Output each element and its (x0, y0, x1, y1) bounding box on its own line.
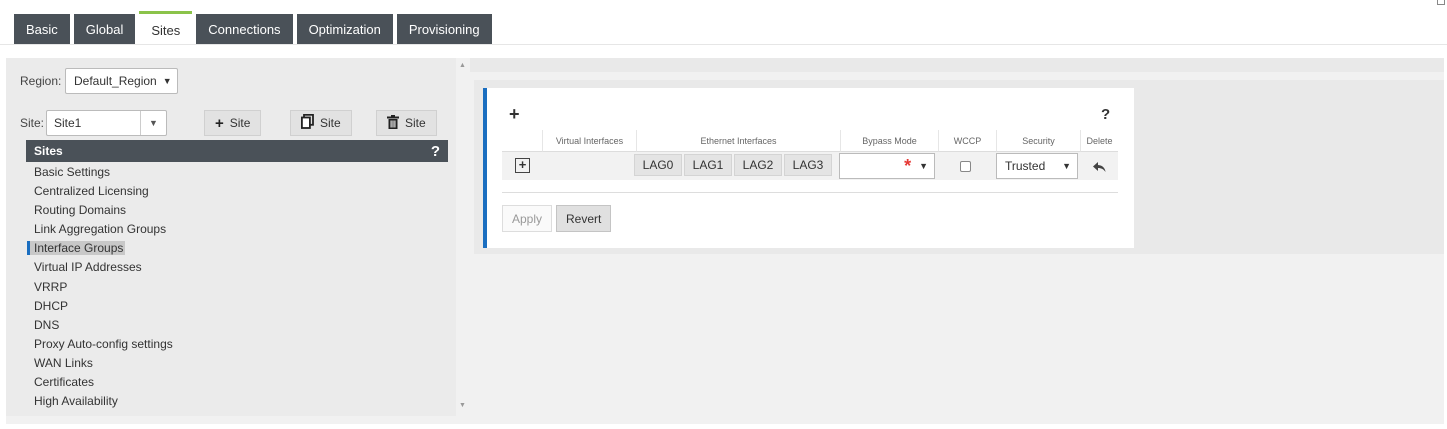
right-top-strip (470, 58, 1444, 72)
nav-item-high-availability[interactable]: High Availability (34, 392, 173, 411)
region-label: Region: (20, 74, 62, 88)
apply-button[interactable]: Apply (502, 205, 553, 232)
region-select[interactable]: Default_Region ▼ (65, 68, 178, 94)
lag-chip[interactable]: LAG3 (784, 154, 832, 176)
tab-connections[interactable]: Connections (196, 14, 293, 44)
card-divider (502, 192, 1118, 193)
sites-header-title: Sites (34, 144, 63, 158)
lag-chip[interactable]: LAG2 (734, 154, 782, 176)
add-site-label: Site (229, 116, 251, 130)
site-value: Site1 (54, 116, 82, 130)
tab-optimization[interactable]: Optimization (296, 14, 393, 44)
expand-icon[interactable]: + (515, 158, 530, 173)
undo-arrow-icon[interactable] (1093, 160, 1106, 176)
nav-item-centralized-licensing[interactable]: Centralized Licensing (34, 182, 173, 201)
tabs-divider (0, 44, 1447, 45)
tab-sites[interactable]: Sites (139, 11, 193, 44)
header-virtual-interfaces: Virtual Interfaces (542, 130, 636, 152)
tab-basic[interactable]: Basic (14, 14, 70, 44)
clone-site-button[interactable]: Site (290, 110, 352, 136)
tab-global[interactable]: Global (73, 14, 136, 44)
nav-item-wan-links[interactable]: WAN Links (34, 354, 173, 373)
nav-item-basic-settings[interactable]: Basic Settings (34, 163, 173, 182)
tab-provisioning[interactable]: Provisioning (396, 14, 492, 44)
header-ethernet-interfaces: Ethernet Interfaces (636, 130, 840, 152)
nav-item-vrrp[interactable]: VRRP (34, 278, 173, 297)
header-expand-col (502, 130, 542, 152)
region-value: Default_Region (74, 74, 157, 88)
nav-item-link-aggregation-groups[interactable]: Link Aggregation Groups (34, 220, 173, 239)
lag-chip[interactable]: LAG1 (684, 154, 732, 176)
delete-site-button[interactable]: Site (376, 110, 437, 136)
add-site-button[interactable]: + Site (204, 110, 262, 136)
nav-item-certificates[interactable]: Certificates (34, 373, 173, 392)
scroll-down-icon[interactable]: ▼ (459, 402, 466, 409)
chevron-down-icon: ▼ (1062, 161, 1071, 171)
add-interface-group-icon[interactable]: + (509, 104, 520, 125)
nav-item-interface-groups[interactable]: Interface Groups (27, 239, 173, 258)
header-delete: Delete (1080, 130, 1118, 152)
scroll-up-icon[interactable]: ▲ (459, 62, 466, 69)
revert-button[interactable]: Revert (556, 205, 612, 232)
help-icon[interactable]: ? (431, 143, 440, 160)
chevron-down-icon: ▼ (162, 76, 172, 86)
required-asterisk-icon: * (904, 155, 912, 176)
chevron-down-icon[interactable]: ▼ (140, 111, 166, 135)
site-select[interactable]: Site1 ▼ (46, 110, 167, 136)
chevron-down-icon: ▼ (919, 161, 928, 171)
wccp-checkbox[interactable] (960, 161, 971, 172)
clone-site-label: Site (320, 116, 341, 130)
sites-header: Sites ? (26, 140, 448, 162)
security-select[interactable]: Trusted ▼ (996, 153, 1078, 179)
help-icon[interactable]: ? (1101, 106, 1110, 123)
plus-icon: + (215, 114, 224, 132)
header-wccp: WCCP (938, 130, 996, 152)
nav-item-routing-domains[interactable]: Routing Domains (34, 201, 173, 220)
security-value: Trusted (1005, 159, 1046, 173)
header-security: Security (996, 130, 1080, 152)
delete-site-label: Site (405, 116, 426, 130)
site-label: Site: (20, 116, 45, 130)
nav-item-dhcp[interactable]: DHCP (34, 297, 173, 316)
lag-chip[interactable]: LAG0 (634, 154, 682, 176)
nav-item-dns[interactable]: DNS (34, 316, 173, 335)
nav-item-proxy-auto-config[interactable]: Proxy Auto-config settings (34, 335, 173, 354)
left-panel-scrollbar[interactable]: ▲ ▼ (456, 58, 470, 416)
nav-item-virtual-ip-addresses[interactable]: Virtual IP Addresses (34, 258, 173, 277)
sites-nav: Basic Settings Centralized Licensing Rou… (27, 163, 173, 411)
bypass-mode-select[interactable]: * ▼ (839, 153, 935, 179)
interface-groups-card: + ? Virtual Interfaces Ethernet Interfac… (483, 88, 1134, 248)
trash-icon (387, 114, 399, 132)
window-corner-icon (1437, 0, 1445, 5)
top-tabs: Basic Global Sites Connections Optimizat… (14, 11, 492, 44)
header-bypass-mode: Bypass Mode (840, 130, 938, 152)
copy-icon (300, 113, 314, 132)
